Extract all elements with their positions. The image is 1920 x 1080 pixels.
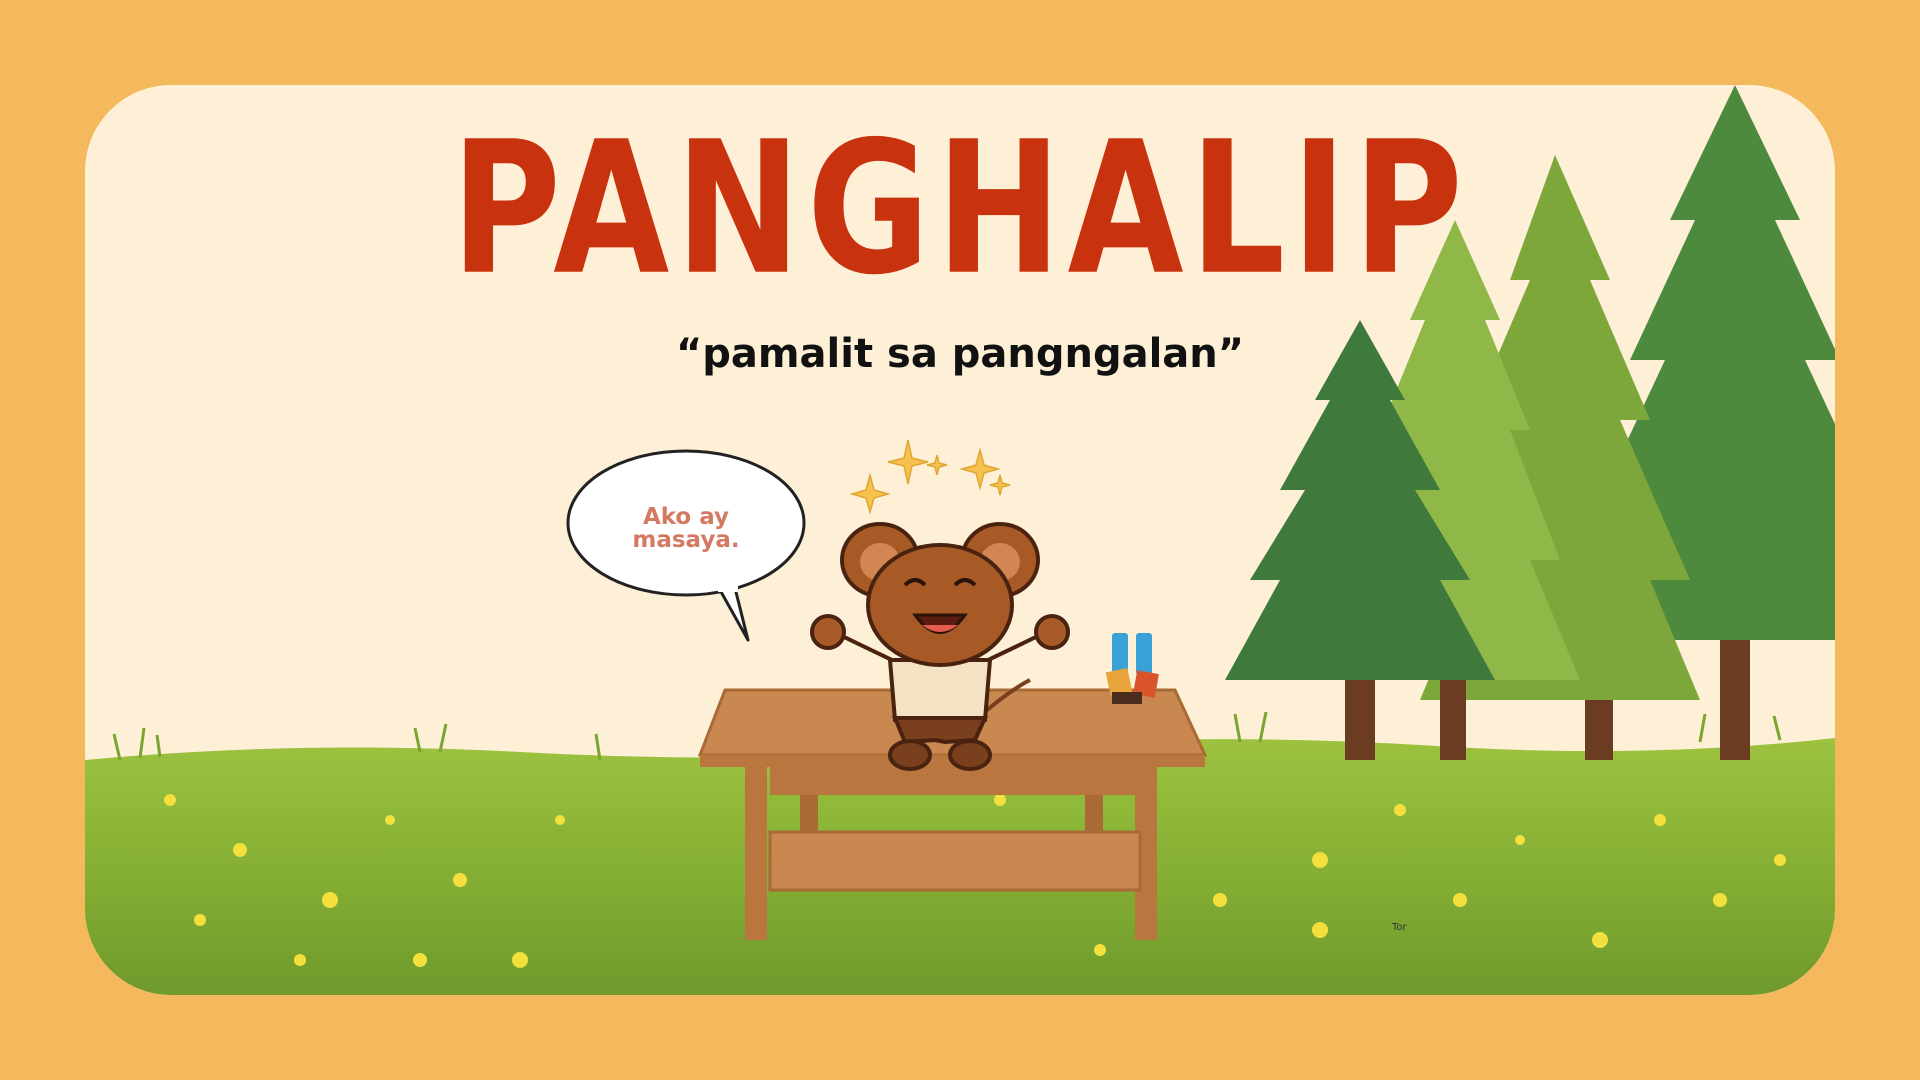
speech-bubble-text: Ako ay masaya.: [632, 504, 740, 553]
slide: Tor PANGHALIP “pamalit sa pangngalan” Ak…: [0, 0, 1920, 1080]
slide-title: PANGHALIP: [451, 103, 1469, 316]
slide-subtitle: “pamalit sa pangngalan”: [675, 331, 1245, 377]
artist-signature: Tor: [1391, 922, 1408, 933]
snacks-and-bottles: [1105, 633, 1159, 704]
sparkle-icon: [849, 439, 1011, 515]
